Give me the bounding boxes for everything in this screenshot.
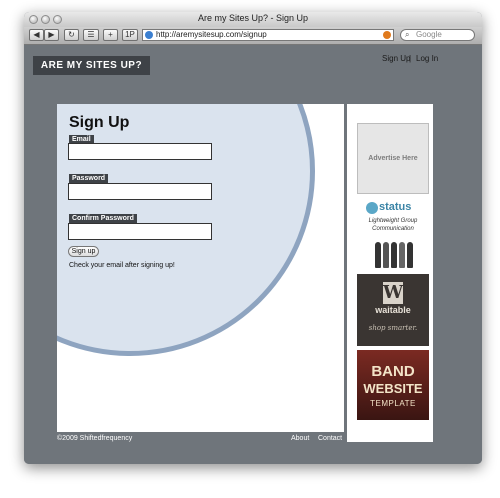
nav-signup-link[interactable]: Sign Up <box>382 54 410 63</box>
window-title: Are my Sites Up? - Sign Up <box>197 13 309 23</box>
site-icon <box>145 31 153 39</box>
forward-button[interactable]: ▶ <box>44 29 59 41</box>
confirm-password-field[interactable] <box>68 223 212 240</box>
band-ad-line1: BAND <box>371 363 415 380</box>
nav-separator: | <box>409 54 412 63</box>
forward-arrow-icon: ▶ <box>48 30 55 39</box>
status-ad[interactable]: status Lightweight Group Communication <box>357 198 429 270</box>
search-icon: ⌕ <box>405 30 410 39</box>
status-logo-icon <box>366 202 378 214</box>
footer-contact-link[interactable]: Contact <box>318 435 342 442</box>
person-figure <box>375 242 381 268</box>
email-field[interactable] <box>68 143 212 160</box>
reload-icon: ↻ <box>68 30 75 39</box>
address-bar[interactable]: http://aremysitesup.com/signup <box>142 29 394 41</box>
onepassword-button[interactable]: 1P <box>122 29 138 41</box>
page-title: Sign Up <box>69 114 130 131</box>
person-figure <box>383 242 389 268</box>
reload-button[interactable]: ↻ <box>64 29 79 41</box>
band-ad-line3: TEMPLATE <box>370 399 416 408</box>
password-label: Password <box>69 174 109 183</box>
bookmark-button[interactable]: ☰ <box>83 29 99 41</box>
waitable-logo: W <box>383 282 404 304</box>
address-url: http://aremysitesup.com/signup <box>156 30 267 39</box>
waitable-ad[interactable]: W waitable shop smarter. <box>357 274 429 346</box>
band-ad-line2: WEBSITE <box>363 381 423 396</box>
person-figure <box>407 242 413 268</box>
signup-button[interactable]: Sign up <box>68 246 99 257</box>
rss-icon[interactable] <box>383 31 391 39</box>
advertise-here-ad[interactable]: Advertise Here <box>357 123 429 194</box>
footer-about-link[interactable]: About <box>291 435 309 442</box>
status-ad-name: status <box>379 201 412 213</box>
title-bar: Are my Sites Up? - Sign Up <box>24 12 482 27</box>
bookmark-icon: ☰ <box>87 30 95 39</box>
nav-login-link[interactable]: Log In <box>416 54 438 63</box>
confirm-password-label: Confirm Password <box>69 214 137 223</box>
waitable-ad-name: waitable <box>375 305 411 315</box>
password-field[interactable] <box>68 183 212 200</box>
waitable-ad-tagline: shop smarter. <box>368 324 418 332</box>
band-website-ad[interactable]: BAND WEBSITE TEMPLATE <box>357 350 429 420</box>
search-field[interactable]: ⌕ Google <box>400 29 475 41</box>
person-figure <box>399 242 405 268</box>
person-figure <box>391 242 397 268</box>
footer-copyright: ©2009 Shiftedfrequency <box>57 435 133 442</box>
site-logo[interactable]: ARE MY SITES UP? <box>33 56 150 75</box>
back-button[interactable]: ◀ <box>29 29 44 41</box>
search-placeholder: Google <box>416 30 442 39</box>
status-ad-tagline: Lightweight Group Communication <box>368 218 418 232</box>
signup-note: Check your email after signing up! <box>69 262 175 269</box>
browser-toolbar: ◀ ▶ ↻ ☰ + 1P http://aremysitesup.com/sig… <box>24 27 482 45</box>
back-arrow-icon: ◀ <box>33 30 40 39</box>
add-bookmark-button[interactable]: + <box>103 29 118 41</box>
